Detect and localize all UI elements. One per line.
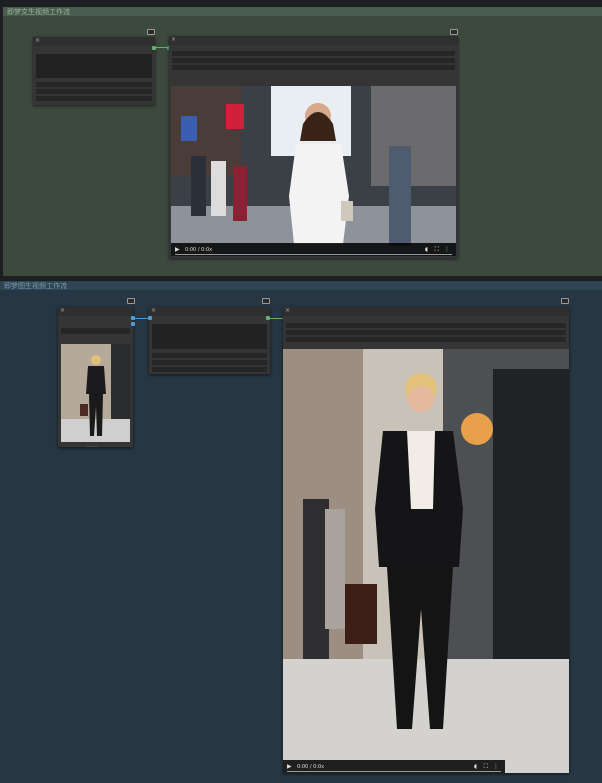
video-generate-node[interactable]: × ▶ 0:00 / 0:0x ◖ ⛶ ⋮	[169, 36, 458, 258]
prompt-textarea[interactable]	[152, 324, 267, 349]
node-header[interactable]: ×	[58, 307, 133, 316]
node-widget-3[interactable]	[152, 367, 267, 372]
collapse-icon[interactable]: ×	[35, 37, 40, 45]
node-header[interactable]: ×	[169, 36, 458, 45]
fullscreen-icon[interactable]: ⛶	[484, 763, 488, 771]
volume-icon[interactable]: ◖	[425, 246, 428, 253]
volume-icon[interactable]: ◖	[474, 763, 477, 770]
node-widget-1[interactable]	[61, 328, 130, 334]
collapse-icon[interactable]: ×	[285, 307, 290, 315]
group-title: 即梦图生视频工作流	[4, 282, 67, 290]
video-preview[interactable]: ▶ 0:00 / 0:0x ◖ ⛶ ⋮	[283, 349, 569, 773]
video-scrubber[interactable]	[175, 254, 452, 255]
load-image-node[interactable]: × ———	[58, 307, 133, 449]
image-caption: ———	[86, 444, 98, 449]
output-port-2[interactable]	[131, 322, 135, 326]
node-widget-2[interactable]	[152, 360, 267, 365]
node-widget-1[interactable]	[172, 51, 455, 56]
node-widget-3[interactable]	[286, 337, 566, 342]
video-frame-image	[171, 86, 456, 256]
more-vert-icon[interactable]: ⋮	[444, 246, 450, 253]
collapse-icon[interactable]: ×	[171, 36, 176, 44]
video-controls[interactable]: ▶ 0:00 / 0:0x ◖ ⛶ ⋮	[283, 760, 505, 773]
node-badge-icon	[127, 298, 135, 304]
node-widget-1[interactable]	[286, 323, 566, 328]
node-header[interactable]: ×	[33, 37, 155, 46]
node-widget-2[interactable]	[172, 58, 455, 63]
video-preview[interactable]: ▶ 0:00 / 0:0x ◖ ⛶ ⋮	[171, 86, 456, 256]
node-badge-icon	[262, 298, 270, 304]
prompt-textarea[interactable]	[36, 54, 152, 78]
node-widget-1[interactable]	[152, 353, 267, 358]
node-widget-3[interactable]	[36, 96, 152, 101]
collapse-icon[interactable]: ×	[151, 307, 156, 315]
collapse-icon[interactable]: ×	[60, 307, 65, 315]
prompt-node[interactable]: ×	[33, 37, 155, 105]
video-frame-image	[283, 349, 569, 773]
node-widget-2[interactable]	[36, 89, 152, 94]
node-widget-2[interactable]	[286, 330, 566, 335]
more-vert-icon[interactable]: ⋮	[493, 763, 499, 770]
prompt-node[interactable]: ×	[149, 307, 270, 374]
video-time: 0:00 / 0:0x	[185, 247, 213, 253]
video-generate-node[interactable]: × ▶ 0:00 / 0:0x ◖ ⛶ ⋮	[283, 307, 569, 773]
video-scrubber[interactable]	[287, 771, 501, 772]
node-widget-1[interactable]	[36, 82, 152, 87]
input-port[interactable]	[148, 316, 152, 320]
fullscreen-icon[interactable]: ⛶	[435, 246, 439, 254]
link-wire	[270, 318, 284, 319]
play-icon[interactable]: ▶	[287, 763, 292, 770]
group-title: 即梦文生视频工作流	[7, 8, 70, 16]
play-icon[interactable]: ▶	[175, 246, 180, 253]
node-badge-icon	[561, 298, 569, 304]
node-header[interactable]: ×	[149, 307, 270, 316]
image-thumbnail[interactable]	[61, 344, 130, 442]
thumbnail-image	[61, 344, 130, 442]
node-widget-3[interactable]	[172, 65, 455, 70]
node-badge-icon	[147, 29, 155, 35]
video-time: 0:00 / 0:0x	[297, 764, 325, 770]
node-badge-icon	[450, 29, 458, 35]
video-controls[interactable]: ▶ 0:00 / 0:0x ◖ ⛶ ⋮	[171, 243, 456, 256]
node-header[interactable]: ×	[283, 307, 569, 316]
